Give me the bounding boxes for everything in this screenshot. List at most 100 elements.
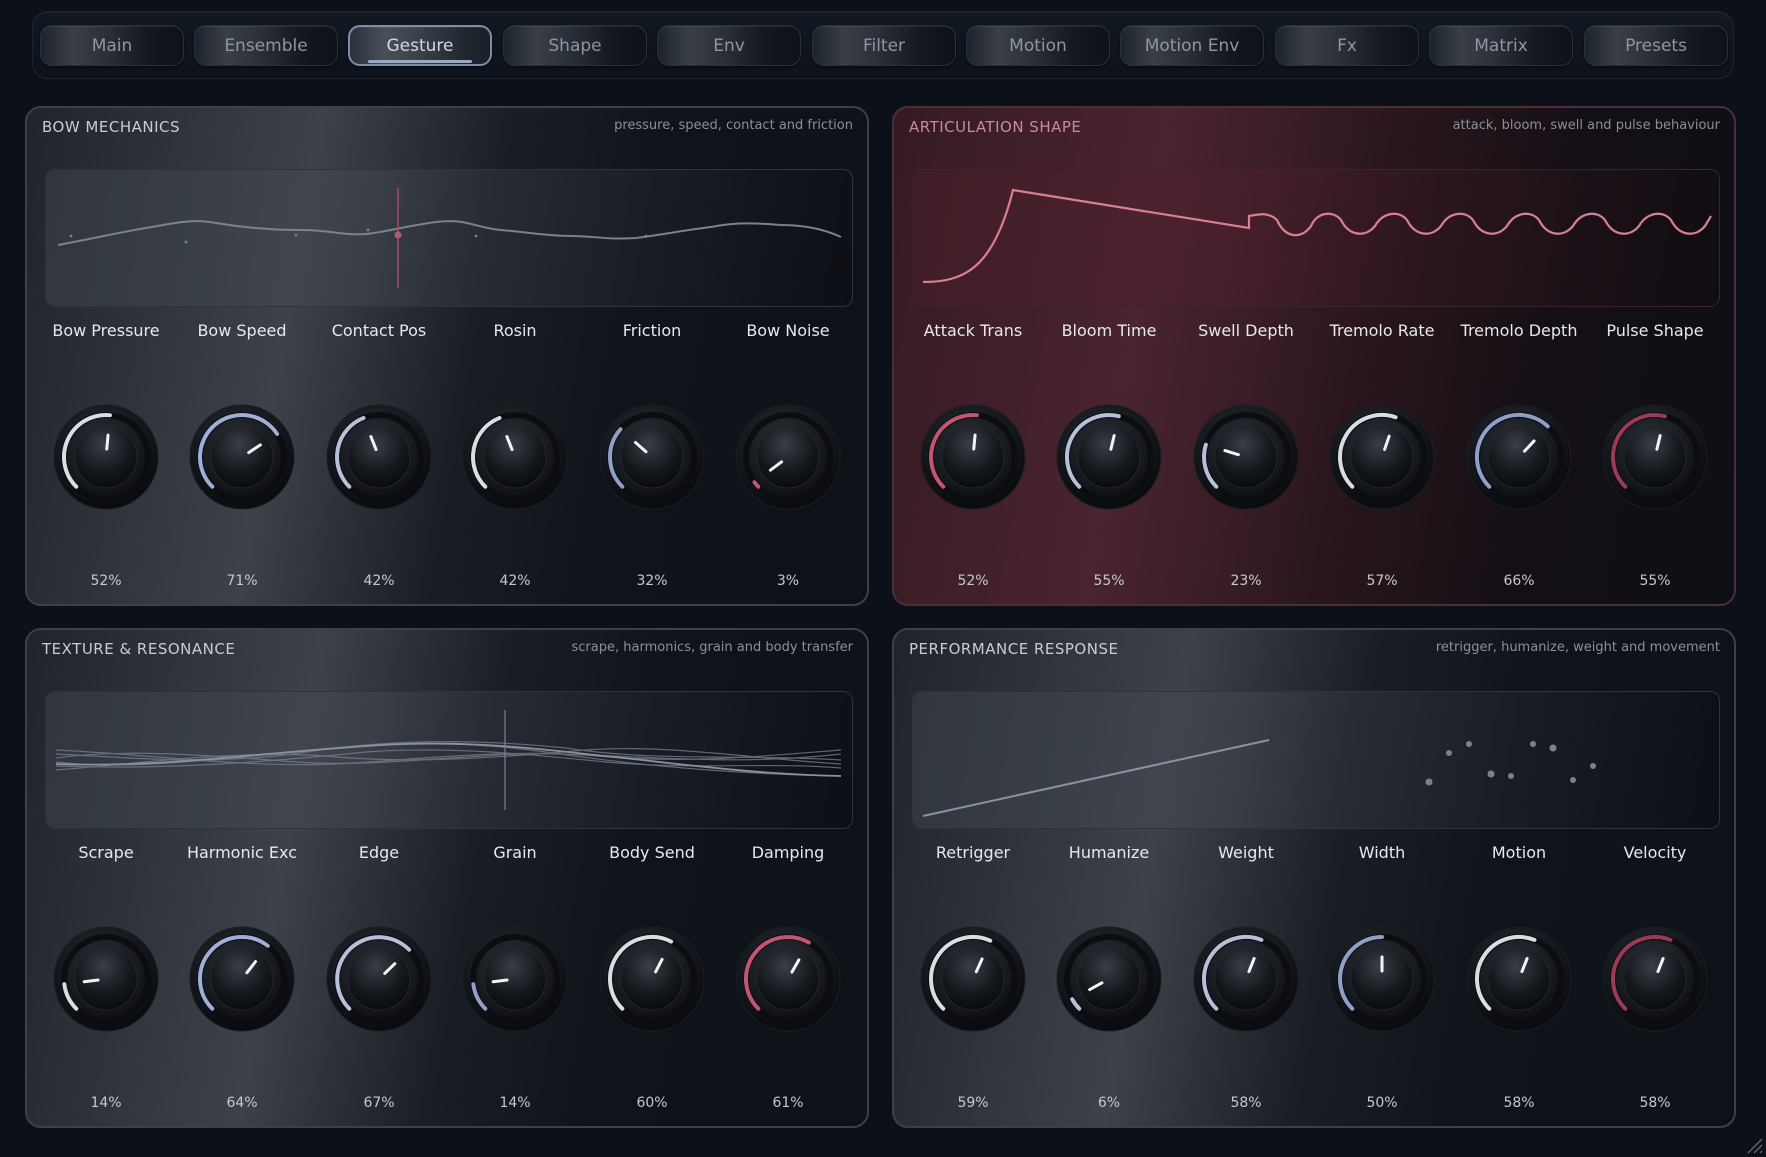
knob-label-tremolo-depth: Tremolo Depth	[1460, 321, 1578, 340]
knob-value: 71%	[226, 573, 258, 589]
knob-value: 58%	[1503, 1095, 1535, 1111]
resize-grip-icon[interactable]	[1742, 1133, 1764, 1155]
scrape-knob[interactable]	[53, 926, 159, 1032]
panel-subtitle: pressure, speed, contact and friction	[614, 118, 853, 133]
knob-value: 66%	[1503, 573, 1535, 589]
edge-knob[interactable]	[326, 926, 432, 1032]
knob-pointer	[105, 433, 110, 451]
tab-matrix[interactable]: Matrix	[1429, 25, 1573, 66]
grain-knob[interactable]	[462, 926, 568, 1032]
rosin-knob[interactable]	[462, 404, 568, 510]
knob-value: 42%	[499, 573, 531, 589]
knob-label-body-send: Body Send	[609, 843, 695, 862]
knob-value: 6%	[1097, 1095, 1121, 1111]
bloom-time-knob[interactable]	[1056, 404, 1162, 510]
articulation-envelope	[922, 188, 1712, 284]
width-knob[interactable]	[1329, 926, 1435, 1032]
panel-title: BOW MECHANICS	[42, 118, 181, 136]
knob-label-weight: Weight	[1218, 843, 1274, 862]
knob-label-bow-pressure: Bow Pressure	[52, 321, 160, 340]
knob-label-scrape: Scrape	[78, 843, 134, 862]
panel-subtitle: retrigger, humanize, weight and movement	[1435, 640, 1720, 655]
response-line-and-dots	[922, 739, 1596, 817]
knob-label-velocity: Velocity	[1623, 843, 1687, 862]
panel-title: TEXTURE & RESONANCE	[42, 640, 236, 658]
tab-gesture[interactable]: Gesture	[348, 25, 492, 66]
knob-value: 58%	[1230, 1095, 1262, 1111]
contact-pos-knob[interactable]	[326, 404, 432, 510]
knob-label-rosin: Rosin	[493, 321, 537, 340]
tremolo-depth-knob[interactable]	[1466, 404, 1572, 510]
knob-label-harmonic-exc: Harmonic Exc	[186, 843, 298, 862]
knob-value: 42%	[363, 573, 395, 589]
tab-motion-env[interactable]: Motion Env	[1120, 25, 1264, 66]
tremolo-rate-knob[interactable]	[1329, 404, 1435, 510]
damping-knob[interactable]	[735, 926, 841, 1032]
texture-strands	[55, 710, 842, 810]
knob-pointer	[491, 978, 509, 984]
harmonic-exc-knob[interactable]	[189, 926, 295, 1032]
panel-title: ARTICULATION SHAPE	[909, 118, 1082, 136]
knob-label-bow-noise: Bow Noise	[746, 321, 830, 340]
friction-knob[interactable]	[599, 404, 705, 510]
tab-bar: Main Ensemble Gesture Shape Env Filter M…	[32, 11, 1734, 79]
knob-label-contact-pos: Contact Pos	[331, 321, 427, 340]
swell-depth-knob[interactable]	[1193, 404, 1299, 510]
knob-value: 55%	[1093, 573, 1125, 589]
knob-value: 55%	[1639, 573, 1671, 589]
knob-value: 52%	[957, 573, 989, 589]
knob-label-motion: Motion	[1491, 843, 1547, 862]
attack-trans-knob[interactable]	[920, 404, 1026, 510]
panel-texture-resonance: TEXTURE & RESONANCE scrape, harmonics, g…	[25, 628, 869, 1128]
texture-strands-display	[45, 691, 853, 829]
knob-value: 52%	[90, 573, 122, 589]
pulse-shape-knob[interactable]	[1602, 404, 1708, 510]
tab-main[interactable]: Main	[40, 25, 184, 66]
tab-env[interactable]: Env	[657, 25, 801, 66]
motion-knob[interactable]	[1466, 926, 1572, 1032]
weight-knob[interactable]	[1193, 926, 1299, 1032]
body-send-knob[interactable]	[599, 926, 705, 1032]
knob-label-friction: Friction	[622, 321, 682, 340]
knob-label-retrigger: Retrigger	[935, 843, 1011, 862]
tab-motion[interactable]: Motion	[966, 25, 1110, 66]
knob-value: 58%	[1639, 1095, 1671, 1111]
knob-label-humanize: Humanize	[1068, 843, 1150, 862]
knob-label-pulse-shape: Pulse Shape	[1606, 321, 1704, 340]
tab-fx[interactable]: Fx	[1275, 25, 1419, 66]
knob-value: 23%	[1230, 573, 1262, 589]
knob-value: 14%	[90, 1095, 122, 1111]
knob-label-tremolo-rate: Tremolo Rate	[1329, 321, 1435, 340]
velocity-knob[interactable]	[1602, 926, 1708, 1032]
knob-value: 3%	[776, 573, 800, 589]
knob-value: 14%	[499, 1095, 531, 1111]
knob-pointer	[972, 433, 977, 451]
knob-label-width: Width	[1358, 843, 1406, 862]
knob-value: 59%	[957, 1095, 989, 1111]
bow-speed-knob[interactable]	[189, 404, 295, 510]
knob-label-grain: Grain	[493, 843, 537, 862]
knob-label-damping: Damping	[751, 843, 825, 862]
bow-pressure-knob[interactable]	[53, 404, 159, 510]
tab-presets[interactable]: Presets	[1584, 25, 1728, 66]
tab-shape[interactable]: Shape	[503, 25, 647, 66]
knob-value: 64%	[226, 1095, 258, 1111]
tab-ensemble[interactable]: Ensemble	[194, 25, 338, 66]
bow-noise-knob[interactable]	[735, 404, 841, 510]
articulation-envelope-display	[912, 169, 1720, 307]
knob-label-bow-speed: Bow Speed	[197, 321, 287, 340]
knob-value: 60%	[636, 1095, 668, 1111]
bow-waveform	[57, 188, 842, 288]
panel-subtitle: scrape, harmonics, grain and body transf…	[571, 640, 853, 655]
retrigger-knob[interactable]	[920, 926, 1026, 1032]
knob-pointer	[82, 978, 100, 984]
panel-articulation-shape: ARTICULATION SHAPE attack, bloom, swell …	[892, 106, 1736, 606]
response-display	[912, 691, 1720, 829]
knob-label-attack-trans: Attack Trans	[923, 321, 1023, 340]
tab-filter[interactable]: Filter	[812, 25, 956, 66]
panel-bow-mechanics: BOW MECHANICS pressure, speed, contact a…	[25, 106, 869, 606]
knob-value: 50%	[1366, 1095, 1398, 1111]
humanize-knob[interactable]	[1056, 926, 1162, 1032]
panel-title: PERFORMANCE RESPONSE	[909, 640, 1119, 658]
knob-label-edge: Edge	[358, 843, 400, 862]
